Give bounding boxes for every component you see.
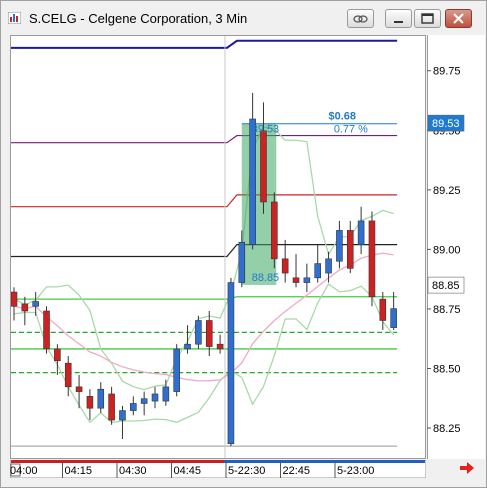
minimize-icon [394,21,403,23]
candle-body [227,282,235,445]
title-bar[interactable]: S.CELG - Celgene Corporation, 3 Min [1,1,486,35]
pivot-level-line [11,39,398,49]
candle-body [140,398,148,404]
pivot-level-line [11,134,398,144]
time-tick-label: 04:45 [174,465,202,477]
candle-body [249,118,256,245]
candle-body [314,263,322,279]
bollinger-lower [13,282,395,424]
link-button[interactable] [347,9,374,28]
price-tick-label: 88.50 [433,363,461,375]
session-bar-current [224,460,425,463]
candle-body [11,291,18,307]
candle-body [346,230,354,269]
pivot-level-line [11,296,398,300]
close-button[interactable] [445,9,472,28]
minimize-button[interactable] [385,9,412,28]
candle-body [21,303,29,312]
candle-body [205,320,213,347]
candle-body [195,320,202,345]
candle-body [184,343,191,350]
restore-icon [421,13,434,24]
price-tick-label: 89.25 [433,185,461,197]
candle-body [336,230,343,262]
link-icon [353,15,368,23]
candle-body [97,388,105,409]
candle-body [238,241,246,283]
candle-body [357,220,365,245]
restore-button[interactable] [414,9,441,28]
measure-high-label: 89.53 [252,124,279,136]
time-tick-label: 04:15 [65,465,93,477]
price-chart-plot[interactable]: $0.680.77 % 89.53 88.85 [10,35,426,459]
measure-low-label: 88.85 [252,272,279,284]
price-tick-label: 89.00 [433,244,461,256]
candle-body [368,220,376,298]
chart-app-icon [8,12,21,24]
candle-body [216,343,224,350]
scroll-right-arrow-icon[interactable] [458,461,476,475]
price-badge-label: 88.85 [432,280,460,292]
candle-body [86,396,94,409]
candle-body [271,201,278,260]
time-tick-label: 04:30 [119,465,147,477]
candle-body [292,277,300,283]
candle-body [325,258,332,274]
candle-body [64,362,72,388]
price-badge-label: 89.53 [432,118,460,130]
candle-body [173,348,180,392]
time-tick-label: 22:45 [283,465,311,477]
price-axis[interactable]: 89.7589.5089.2589.0088.7588.5088.2589.53… [427,35,485,459]
close-icon [453,13,464,24]
candle-body [130,403,137,411]
candle-body [281,258,289,274]
price-tick-label: 88.75 [433,304,461,316]
candle-body [119,410,126,421]
chart-window: S.CELG - Celgene Corporation, 3 Min $0.6… [0,0,487,488]
price-tick-label: 89.75 [433,66,461,78]
candle-body [32,301,39,307]
time-tick-label: 5-23:00 [337,465,374,477]
measure-change: $0.68 [329,111,356,123]
time-axis[interactable]: 04:00 04:15 04:30 04:45 5-22:30 22:45 5-23:00 [10,460,426,478]
candle-body [260,130,267,203]
candle-body [162,386,170,402]
candle-body [379,298,387,321]
price-tick-label: 88.25 [433,423,461,435]
time-tick-label: 04:00 [10,465,38,477]
session-bar-prior [11,460,224,463]
candle-body [151,393,159,402]
candle-body [303,277,311,283]
candle-body [43,310,50,350]
time-tick-label: 5-22:30 [228,465,265,477]
candle-body [75,386,83,392]
candle-body [54,348,61,362]
pivot-level-line [11,194,398,208]
candle-body [390,308,397,328]
window-title: S.CELG - Celgene Corporation, 3 Min [29,11,248,26]
candle-body [108,393,115,421]
measure-percent: 0.77 % [334,124,368,136]
